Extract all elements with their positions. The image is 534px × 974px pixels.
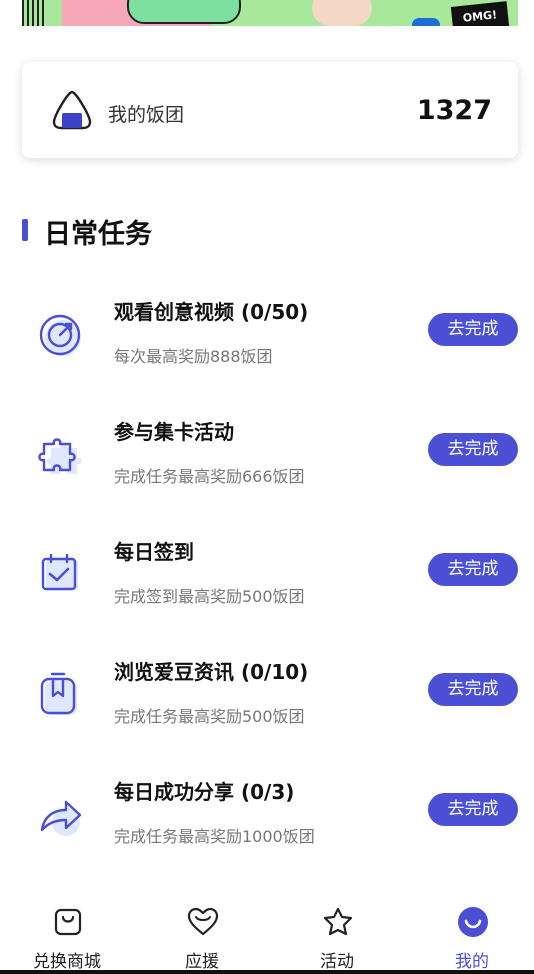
- tab-support[interactable]: 应援: [152, 894, 252, 974]
- target-icon: [39, 314, 81, 356]
- complete-task-button[interactable]: 去完成: [428, 433, 518, 466]
- tab-mine[interactable]: 我的: [422, 894, 522, 974]
- section-accent-bar: [22, 219, 28, 241]
- banner-omg-tag: OMG!: [450, 1, 510, 26]
- puzzle-icon: [38, 438, 82, 474]
- rice-ball-icon: [52, 90, 92, 130]
- task-description: 每次最高奖励888饭团: [114, 347, 273, 366]
- calendar-check-icon: [41, 553, 78, 591]
- bottom-tab-bar: 兑换商城 应援 活动 我的: [0, 894, 534, 974]
- complete-task-button[interactable]: 去完成: [428, 313, 518, 346]
- rice-ball-balance-card[interactable]: 我的饭团 1327: [22, 62, 518, 158]
- tab-activity[interactable]: 活动: [287, 894, 387, 974]
- task-item: 浏览爱豆资讯 (0/10) 完成任务最高奖励500饭团 去完成: [0, 656, 534, 756]
- balance-label: 我的饭团: [108, 104, 185, 126]
- bookmark-icon: [40, 672, 77, 715]
- share-arrow-icon: [40, 800, 82, 836]
- heart-icon: [187, 907, 219, 936]
- task-title: 浏览爱豆资讯 (0/10): [114, 660, 309, 684]
- complete-task-button[interactable]: 去完成: [428, 793, 518, 826]
- task-item: 每日成功分享 (0/3) 完成任务最高奖励1000饭团 去完成: [0, 776, 534, 876]
- section-title: 日常任务: [44, 219, 152, 250]
- tab-label: 活动: [320, 952, 354, 972]
- banner-photo: [312, 0, 372, 26]
- banner-barcode-decoration: [22, 0, 46, 26]
- task-description: 完成签到最高奖励500饭团: [114, 587, 305, 606]
- task-description: 完成任务最高奖励666饭团: [114, 467, 305, 486]
- task-title: 每日成功分享 (0/3): [114, 780, 295, 804]
- task-description: 完成任务最高奖励500饭团: [114, 707, 305, 726]
- task-title: 参与集卡活动: [114, 420, 234, 444]
- task-title: 观看创意视频 (0/50): [114, 300, 309, 324]
- tab-exchange-mall[interactable]: 兑换商城: [17, 894, 117, 974]
- complete-task-button[interactable]: 去完成: [428, 553, 518, 586]
- smile-icon: [458, 907, 488, 937]
- promo-banner[interactable]: OMG!: [22, 0, 518, 26]
- task-item: 观看创意视频 (0/50) 每次最高奖励888饭团 去完成: [0, 296, 534, 396]
- task-description: 完成任务最高奖励1000饭团: [114, 827, 315, 846]
- task-item: 参与集卡活动 完成任务最高奖励666饭团 去完成: [0, 416, 534, 516]
- tab-label: 我的: [455, 952, 489, 972]
- task-title: 每日签到: [114, 540, 194, 564]
- banner-blue-shape: [412, 18, 440, 26]
- tab-label: 应援: [185, 952, 219, 972]
- balance-value: 1327: [416, 95, 492, 126]
- complete-task-button[interactable]: 去完成: [428, 673, 518, 706]
- bottom-divider: [0, 970, 534, 974]
- tab-label: 兑换商城: [33, 952, 101, 972]
- shopping-bag-icon: [54, 908, 82, 936]
- star-icon: [323, 907, 353, 936]
- task-item: 每日签到 完成签到最高奖励500饭团 去完成: [0, 536, 534, 636]
- banner-sticker: [127, 0, 241, 24]
